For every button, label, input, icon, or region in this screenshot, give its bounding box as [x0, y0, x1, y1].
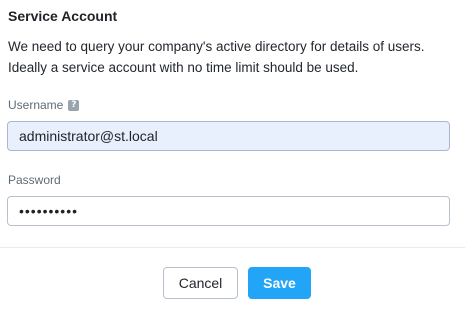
- password-field[interactable]: [7, 196, 450, 226]
- description-line-2: Ideally a service account with no time l…: [8, 60, 359, 75]
- description-line-1: We need to query your company's active d…: [8, 39, 425, 54]
- service-account-form: Service Account We need to query your co…: [0, 0, 465, 312]
- footer-divider: [0, 247, 465, 248]
- section-description: We need to query your company's active d…: [8, 36, 458, 78]
- section-title: Service Account: [8, 8, 118, 24]
- username-field[interactable]: [7, 121, 450, 151]
- username-label: Username: [8, 98, 64, 112]
- cancel-button[interactable]: Cancel: [163, 267, 238, 299]
- question-mark-icon[interactable]: ?: [68, 99, 80, 111]
- save-button[interactable]: Save: [248, 267, 311, 299]
- username-label-row: Username ?: [8, 98, 80, 112]
- password-label: Password: [8, 173, 61, 187]
